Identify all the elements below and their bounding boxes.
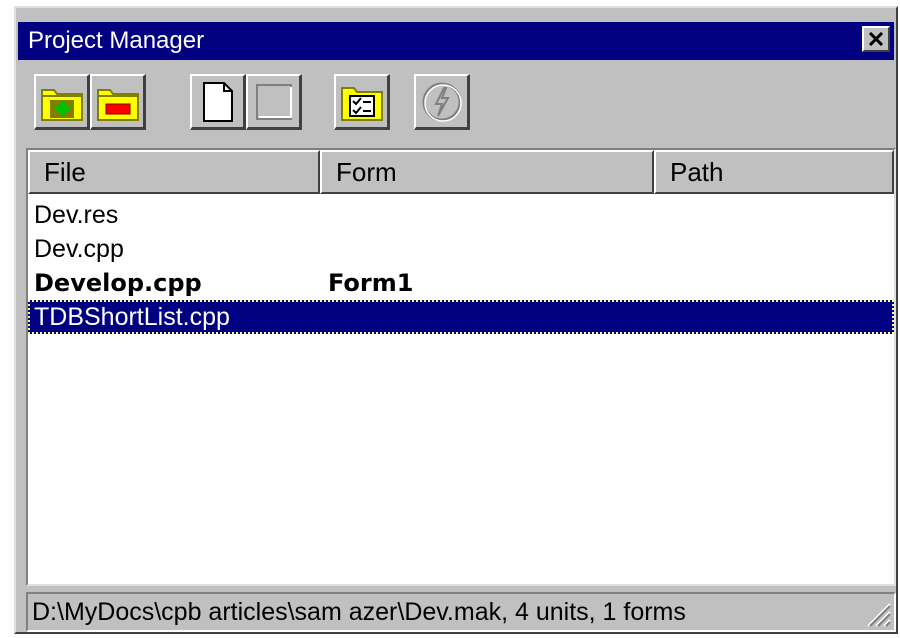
file-cell: TDBShortList.cpp [34, 303, 230, 331]
form-icon [255, 83, 292, 120]
status-text: D:\MyDocs\cpb articles\sam azer\Dev.mak,… [32, 598, 686, 626]
view-unit-button[interactable] [190, 74, 246, 130]
options-button[interactable] [334, 74, 390, 130]
project-manager-window: Project Manager File Form Path Dev.res D… [14, 6, 898, 634]
resize-grip-icon[interactable] [862, 598, 892, 628]
folder-plus-icon [40, 88, 83, 121]
add-unit-button[interactable] [34, 74, 90, 130]
file-list[interactable]: File Form Path Dev.res Dev.cpp Develop.cpp… [26, 148, 896, 586]
status-bar: D:\MyDocs\cpb articles\sam azer\Dev.mak,… [26, 592, 896, 632]
list-item[interactable]: Dev.res [28, 198, 894, 232]
page-icon [202, 81, 233, 122]
list-item[interactable]: Dev.cpp [28, 232, 894, 266]
column-header-file[interactable]: File [28, 150, 320, 194]
folder-minus-icon [96, 88, 139, 121]
column-header-path[interactable]: Path [654, 150, 894, 194]
window-title: Project Manager [28, 27, 205, 54]
list-item[interactable]: Develop.cpp Form1 [28, 266, 894, 300]
view-form-button[interactable] [246, 74, 302, 130]
remove-unit-button[interactable] [90, 74, 146, 130]
column-header-form[interactable]: Form [320, 150, 654, 194]
update-button[interactable] [414, 74, 470, 130]
list-rows: Dev.res Dev.cpp Develop.cpp Form1 TDBShortLi… [28, 198, 894, 334]
title-bar[interactable]: Project Manager [18, 22, 894, 60]
file-cell: Dev.res [34, 201, 119, 229]
lightning-icon [422, 82, 462, 122]
column-headers: File Form Path [28, 150, 894, 194]
close-x-icon [868, 32, 884, 46]
list-item[interactable]: TDBShortList.cpp [28, 300, 894, 334]
close-button[interactable] [862, 26, 890, 52]
form-cell: Form1 [328, 269, 414, 297]
file-cell: Develop.cpp [34, 269, 202, 297]
file-cell: Dev.cpp [34, 235, 124, 263]
checklist-folder-icon [340, 86, 383, 121]
